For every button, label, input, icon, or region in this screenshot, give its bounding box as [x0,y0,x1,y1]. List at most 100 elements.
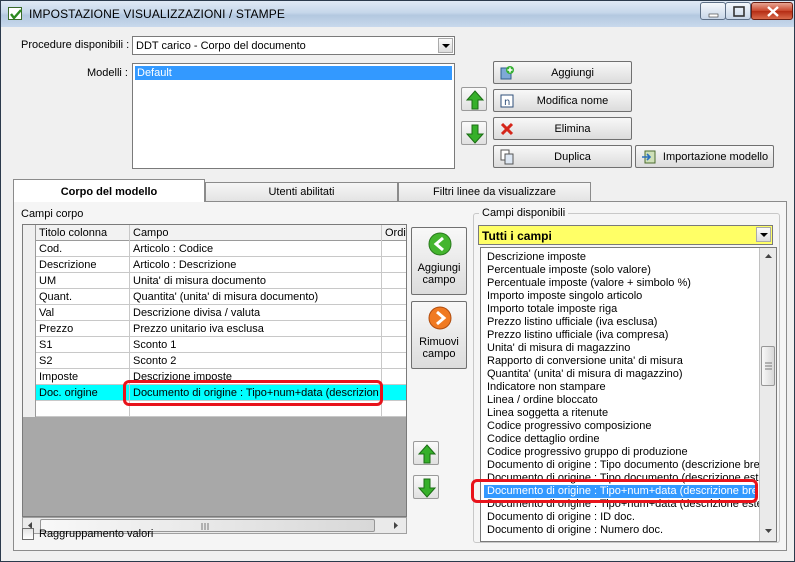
table-row[interactable]: Doc. origine Documento di origine : Tipo+… [23,385,406,401]
cell-campo[interactable]: Sconto 2 [133,355,379,367]
list-item[interactable]: Prezzo listino ufficiale (iva esclusa) [487,316,759,329]
cell-titolo[interactable]: UM [39,275,131,287]
table-row[interactable]: Cod. Articolo : Codice [23,241,406,257]
aggiungi-campo-button[interactable]: Aggiungi campo [411,227,467,295]
cell-campo[interactable]: Articolo : Codice [133,243,379,255]
elimina-button[interactable]: Elimina [493,117,632,140]
cell-titolo[interactable]: Descrizione [39,259,131,271]
table-row[interactable]: UM Unita' di misura documento [23,273,406,289]
table-row[interactable]: Quant. Quantita' (unita' di misura docume… [23,289,406,305]
row-selector[interactable] [23,385,36,401]
row-selector[interactable] [23,241,36,257]
grid-divider [381,273,382,289]
tab-corpo-del-modello[interactable]: Corpo del modello [13,179,205,202]
scroll-down-icon[interactable] [764,526,773,535]
cell-campo[interactable]: Quantita' (unita' di misura documento) [133,291,379,303]
campi-corpo-grid[interactable]: Titolo colonna Campo Ordi Cod. Articolo :… [22,224,407,517]
raggruppamento-checkbox[interactable] [22,528,34,540]
table-row[interactable] [23,401,406,417]
campi-disponibili-list[interactable]: Descrizione imposte Percentuale imposte (… [480,247,777,542]
cell-campo[interactable]: Articolo : Descrizione [133,259,379,271]
list-item[interactable]: Documento di origine : Tipo documento (d… [487,472,759,485]
chevron-down-icon[interactable] [756,227,771,242]
move-model-up-button[interactable] [461,87,487,111]
list-item[interactable]: Descrizione imposte [487,251,759,264]
cell-campo[interactable]: Descrizione divisa / valuta [133,307,379,319]
cell-titolo[interactable]: Prezzo [39,323,131,335]
cell-campo[interactable]: Sconto 1 [133,339,379,351]
cell-titolo[interactable]: S1 [39,339,131,351]
close-button[interactable] [751,2,793,20]
maximize-button[interactable] [725,2,751,20]
scroll-right-icon[interactable] [391,521,400,530]
modelli-list[interactable]: Default [132,63,455,169]
list-item[interactable]: Documento di origine : Tipo+num+data (de… [484,485,756,498]
row-selector[interactable] [23,353,36,369]
list-item[interactable]: Rapporto di conversione unita' di misura [487,355,759,368]
cell-campo[interactable]: Prezzo unitario iva esclusa [133,323,379,335]
duplica-button[interactable]: Duplica [493,145,632,168]
cell-titolo[interactable]: Cod. [39,243,131,255]
list-vscroll-thumb[interactable] [761,346,775,386]
aggiungi-button[interactable]: Aggiungi [493,61,632,84]
modifica-nome-button[interactable]: n Modifica nome [493,89,632,112]
campi-filter-select[interactable]: Tutti i campi [478,225,773,245]
list-item[interactable]: Linea soggetta a ritenute [487,407,759,420]
list-item[interactable]: Prezzo listino ufficiale (iva compresa) [487,329,759,342]
list-item[interactable]: Quantita' (unita' di misura di magazzino… [487,368,759,381]
list-item[interactable]: Codice progressivo gruppo di produzione [487,446,759,459]
row-selector[interactable] [23,321,36,337]
list-item[interactable]: Importo totale imposte riga [487,303,759,316]
move-model-down-button[interactable] [461,121,487,145]
table-row[interactable]: Prezzo Prezzo unitario iva esclusa [23,321,406,337]
list-item[interactable]: Codice progressivo composizione [487,420,759,433]
list-item[interactable]: Percentuale imposte (solo valore) [487,264,759,277]
rimuovi-campo-button[interactable]: Rimuovi campo [411,301,467,369]
row-selector[interactable] [23,337,36,353]
grid-header-campo[interactable]: Campo [133,227,379,239]
cell-titolo[interactable]: Imposte [39,371,131,383]
list-item[interactable]: Documento di origine : Tipo+num+data (de… [487,498,759,511]
list-item[interactable]: Indicatore non stampare [487,381,759,394]
cell-campo[interactable]: Descrizione imposte [133,371,379,383]
procedure-select[interactable]: DDT carico - Corpo del documento [132,36,455,55]
table-row[interactable]: S2 Sconto 2 [23,353,406,369]
list-item[interactable]: Documento di origine : Numero doc. [487,524,759,537]
list-item[interactable]: Documento di origine : ID doc. [487,511,759,524]
tab-filtri-linee[interactable]: Filtri linee da visualizzare [398,182,591,202]
importazione-modello-button[interactable]: Importazione modello [635,145,774,168]
cell-campo[interactable]: Unita' di misura documento [133,275,379,287]
cell-titolo[interactable]: Doc. origine [39,387,131,399]
table-row[interactable]: Descrizione Articolo : Descrizione [23,257,406,273]
cell-titolo[interactable]: S2 [39,355,131,367]
row-selector[interactable] [23,305,36,321]
minimize-button[interactable] [700,2,726,20]
table-row[interactable]: Imposte Descrizione imposte [23,369,406,385]
row-selector[interactable] [23,401,36,417]
list-item[interactable]: Documento di origine : Tipo documento (d… [487,459,759,472]
cell-campo[interactable]: Documento di origine : Tipo+num+data (de… [133,387,379,399]
row-selector[interactable] [23,257,36,273]
row-selector[interactable] [23,273,36,289]
list-item[interactable]: Codice dettaglio ordine [487,433,759,446]
list-item[interactable]: Linea / ordine bloccato [487,394,759,407]
list-vertical-scrollbar[interactable] [759,248,776,541]
cell-titolo[interactable]: Quant. [39,291,131,303]
grid-header-ordine[interactable]: Ordi [385,227,406,239]
row-selector[interactable] [23,289,36,305]
grid-header-titolo[interactable]: Titolo colonna [39,227,131,239]
row-selector[interactable] [23,369,36,385]
list-item[interactable]: Unita' di misura di magazzino [487,342,759,355]
list-item[interactable]: Percentuale imposte (valore + simbolo %) [487,277,759,290]
cell-titolo[interactable]: Val [39,307,131,319]
move-field-down-button[interactable] [413,475,439,499]
tab-utenti-abilitati[interactable]: Utenti abilitati [205,182,398,202]
table-row[interactable]: S1 Sconto 1 [23,337,406,353]
list-item[interactable]: Importo imposte singolo articolo [487,290,759,303]
move-field-up-button[interactable] [413,441,439,465]
modelli-item-default[interactable]: Default [135,66,452,80]
scroll-up-icon[interactable] [764,252,773,261]
chevron-down-icon[interactable] [438,38,453,53]
table-row[interactable]: Val Descrizione divisa / valuta [23,305,406,321]
title-bar[interactable]: IMPOSTAZIONE VISUALIZZAZIONI / STAMPE [1,1,794,27]
